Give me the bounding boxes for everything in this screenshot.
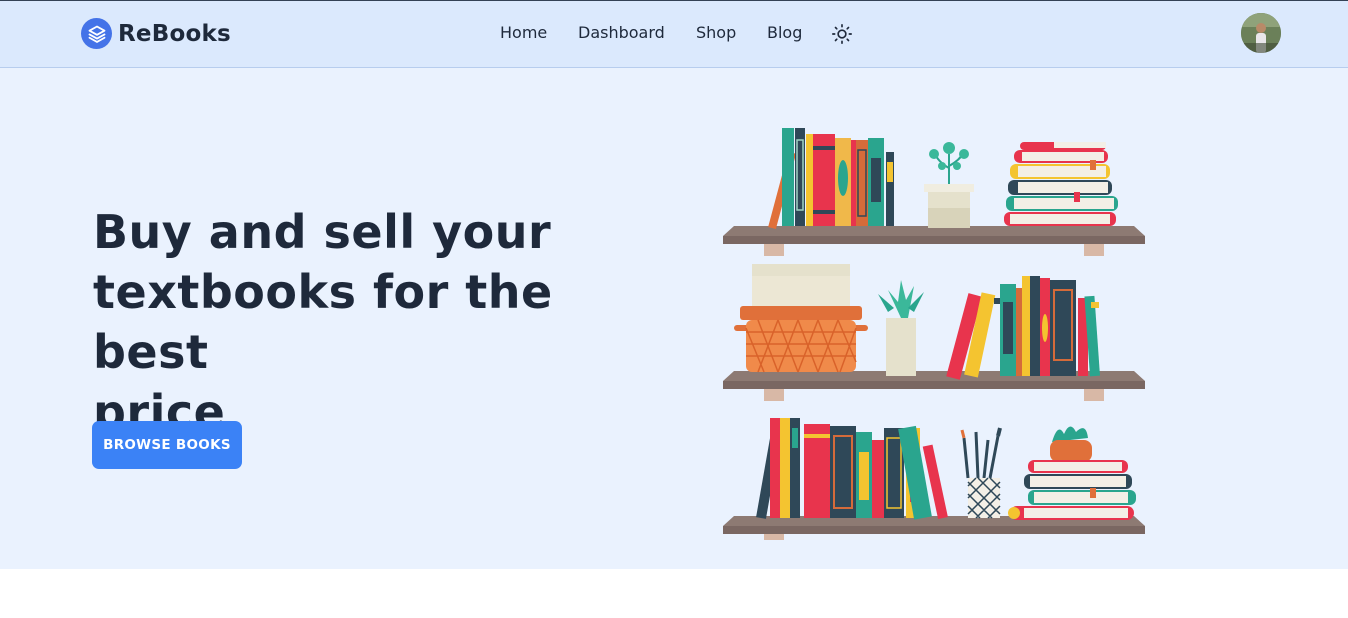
- nav-shop[interactable]: Shop: [696, 23, 736, 42]
- hero-title: Buy and sell your textbooks for the best…: [93, 202, 673, 442]
- hero-title-line-2: textbooks for the best: [93, 265, 553, 379]
- nav-blog[interactable]: Blog: [767, 23, 802, 42]
- main-nav: Home Dashboard Shop Blog: [0, 23, 1348, 47]
- sun-icon: [832, 24, 852, 44]
- hero-title-line-1: Buy and sell your: [93, 205, 552, 259]
- nav-dashboard[interactable]: Dashboard: [578, 23, 665, 42]
- navbar: ReBooks Home Dashboard Shop Blog: [0, 1, 1348, 68]
- theme-toggle-button[interactable]: [831, 23, 853, 45]
- shelf-top: [723, 128, 1145, 256]
- nav-home[interactable]: Home: [500, 23, 547, 42]
- user-avatar[interactable]: [1241, 13, 1281, 53]
- browse-books-button[interactable]: BROWSE BOOKS: [92, 421, 242, 469]
- bookshelves-illustration: [723, 128, 1145, 540]
- shelf-middle: [723, 264, 1145, 401]
- hero-section: Buy and sell your textbooks for the best…: [0, 68, 1348, 569]
- shelf-bottom: [723, 418, 1145, 540]
